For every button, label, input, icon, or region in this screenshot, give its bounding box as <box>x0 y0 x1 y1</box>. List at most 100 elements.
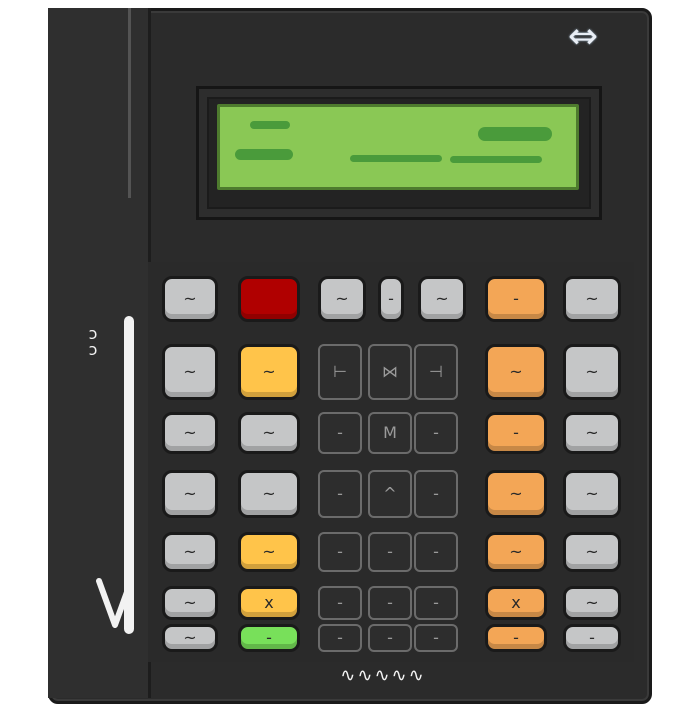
key-r7c2[interactable]: - <box>238 624 300 652</box>
key-glyph: M <box>383 423 397 442</box>
lcd-mark <box>450 156 542 163</box>
key-r3c5[interactable]: - <box>414 412 458 454</box>
key-r3c1[interactable]: ~ <box>162 412 218 454</box>
key-r6c3[interactable]: - <box>318 586 362 620</box>
key-r4c2[interactable]: ~ <box>238 470 300 518</box>
key-glyph: - <box>266 628 272 647</box>
key-r5c1[interactable]: ~ <box>162 532 218 572</box>
key-glyph: ~ <box>585 362 599 381</box>
key-r1c2[interactable] <box>238 276 300 322</box>
key-glyph: - <box>387 593 393 612</box>
lcd-mark <box>250 121 290 129</box>
key-glyph: ~ <box>183 423 197 442</box>
key-glyph: ~ <box>435 289 449 308</box>
key-glyph: ~ <box>262 362 276 381</box>
key-r5c4[interactable]: - <box>368 532 412 572</box>
key-glyph: ^ <box>383 484 397 503</box>
key-r2c3[interactable]: ⊢ <box>318 344 362 400</box>
key-r4c5[interactable]: - <box>414 470 458 518</box>
key-glyph: ~ <box>335 289 349 308</box>
key-r6c7[interactable]: ~ <box>563 586 621 620</box>
key-glyph: ~ <box>262 484 276 503</box>
key-glyph: - <box>513 423 519 442</box>
key-r7c3[interactable]: - <box>318 624 362 652</box>
key-r3c3[interactable]: - <box>318 412 362 454</box>
key-glyph: ~ <box>183 362 197 381</box>
key-r5c6[interactable]: ~ <box>485 532 547 572</box>
key-glyph: - <box>433 593 439 612</box>
key-r4c4[interactable]: ^ <box>368 470 412 518</box>
key-glyph: ~ <box>183 542 197 561</box>
key-r4c3[interactable]: - <box>318 470 362 518</box>
lcd-mark <box>350 155 442 162</box>
key-glyph: ~ <box>509 362 523 381</box>
key-r5c3[interactable]: - <box>318 532 362 572</box>
key-r1c5[interactable]: ~ <box>418 276 466 322</box>
key-r4c6[interactable]: ~ <box>485 470 547 518</box>
key-r6c1[interactable]: ~ <box>162 586 218 620</box>
key-r7c5[interactable]: - <box>414 624 458 652</box>
key-glyph: ~ <box>262 542 276 561</box>
key-glyph: ~ <box>585 484 599 503</box>
key-r3c6[interactable]: - <box>485 412 547 454</box>
key-r2c7[interactable]: ~ <box>563 344 621 400</box>
calculator-illustration: ⇔ ɔɔ ~ ~ - ~ - ~ ~ ~ ⊢ ⋈ ⊣ ~ ~ ~ ~ - M - - ~ ~ ~ - ^ - ~ ~ ~ ~ - - - ~ ~ ~… <box>0 0 700 704</box>
key-r1c3[interactable]: ~ <box>318 276 366 322</box>
key-r1c1[interactable]: ~ <box>162 276 218 322</box>
key-r3c2[interactable]: ~ <box>238 412 300 454</box>
key-glyph: ~ <box>183 593 197 612</box>
key-r1c7[interactable]: ~ <box>563 276 621 322</box>
key-glyph: x <box>511 593 521 612</box>
key-r6c2[interactable]: x <box>238 586 300 620</box>
key-glyph: ~ <box>585 593 599 612</box>
key-glyph: ⊣ <box>429 362 443 381</box>
key-r5c5[interactable]: - <box>414 532 458 572</box>
key-r4c7[interactable]: ~ <box>563 470 621 518</box>
key-r3c7[interactable]: ~ <box>563 412 621 454</box>
key-glyph: ~ <box>585 542 599 561</box>
key-glyph: ⋈ <box>382 362 398 381</box>
key-glyph: - <box>433 628 439 647</box>
key-glyph: - <box>433 542 439 561</box>
key-glyph: ~ <box>585 423 599 442</box>
key-r3c4[interactable]: M <box>368 412 412 454</box>
key-glyph: - <box>337 423 343 442</box>
lcd-display <box>217 104 579 190</box>
key-glyph: - <box>513 628 519 647</box>
key-glyph: ~ <box>183 628 197 647</box>
key-r1c6[interactable]: - <box>485 276 547 322</box>
key-r2c6[interactable]: ~ <box>485 344 547 400</box>
key-glyph: - <box>387 542 393 561</box>
key-r6c5[interactable]: - <box>414 586 458 620</box>
key-glyph: ~ <box>262 423 276 442</box>
key-r6c4[interactable]: - <box>368 586 412 620</box>
key-glyph: ~ <box>183 289 197 308</box>
key-r7c6[interactable]: - <box>485 624 547 652</box>
key-r7c4[interactable]: - <box>368 624 412 652</box>
lcd-mark <box>478 127 552 141</box>
key-r2c1[interactable]: ~ <box>162 344 218 400</box>
key-glyph: - <box>433 484 439 503</box>
down-arrow-slider-icon[interactable] <box>93 565 137 635</box>
key-r2c4[interactable]: ⋈ <box>368 344 412 400</box>
key-r4c1[interactable]: ~ <box>162 470 218 518</box>
key-glyph: - <box>337 542 343 561</box>
double-arrow-icon[interactable]: ⇔ <box>546 19 620 55</box>
key-r1c4[interactable]: - <box>378 276 404 322</box>
squiggle-logo-icon: ∿∿∿∿∿ <box>340 665 426 686</box>
key-r5c2[interactable]: ~ <box>238 532 300 572</box>
key-r5c7[interactable]: ~ <box>563 532 621 572</box>
key-glyph: - <box>589 628 595 647</box>
key-r7c1[interactable]: ~ <box>162 624 218 652</box>
key-r6c6[interactable]: x <box>485 586 547 620</box>
key-glyph: - <box>387 628 393 647</box>
key-glyph: ~ <box>509 542 523 561</box>
key-r7c7[interactable]: - <box>563 624 621 652</box>
key-glyph: - <box>433 423 439 442</box>
key-glyph: x <box>264 593 274 612</box>
key-r2c5[interactable]: ⊣ <box>414 344 458 400</box>
key-glyph: - <box>388 289 394 308</box>
lcd-mark <box>235 149 293 160</box>
ear-glyph-icon: ɔɔ <box>88 324 98 359</box>
key-r2c2[interactable]: ~ <box>238 344 300 400</box>
